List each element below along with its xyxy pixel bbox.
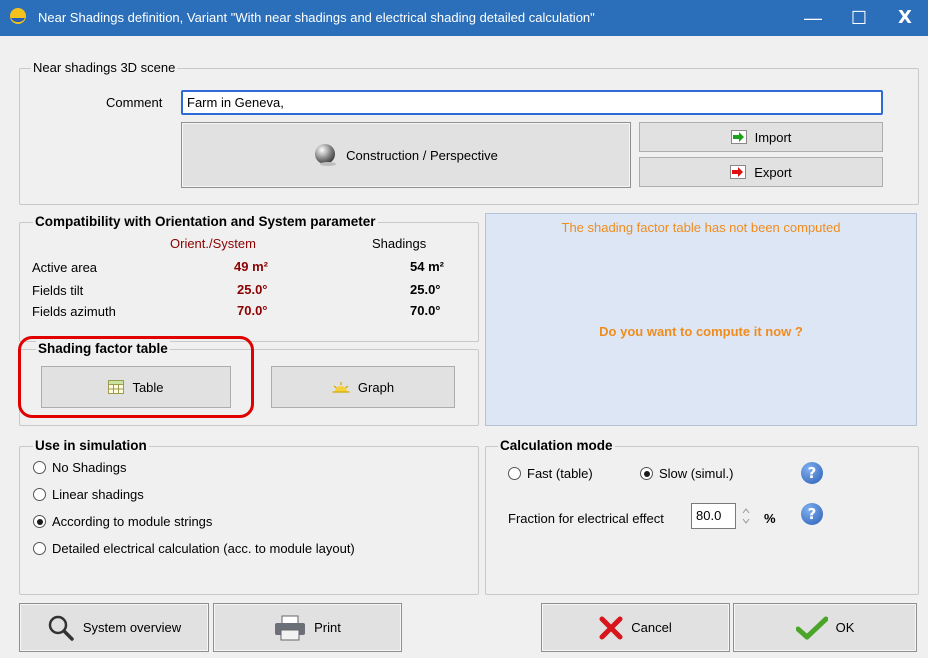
row-shadings-value: 70.0° (410, 303, 441, 318)
radio-slow-simul[interactable] (640, 467, 653, 480)
system-overview-button[interactable]: System overview (19, 603, 209, 652)
window-title: Near Shadings definition, Variant "With … (38, 10, 595, 25)
col-orient-header: Orient./System (170, 236, 256, 251)
info-panel: The shading factor table has not been co… (485, 213, 917, 426)
radio-fast-table[interactable] (508, 467, 521, 480)
title-bar: Near Shadings definition, Variant "With … (0, 0, 928, 36)
sphere-icon (315, 144, 337, 166)
col-shadings-header: Shadings (372, 236, 427, 251)
import-arrow-icon (730, 130, 747, 144)
row-shadings-value: 54 m² (410, 259, 444, 274)
close-button[interactable]: X (882, 0, 928, 36)
option-label: Fast (table) (527, 466, 593, 481)
compute-question[interactable]: Do you want to compute it now ? (486, 324, 916, 339)
option-no-shadings[interactable]: No Shadings (33, 460, 126, 475)
row-shadings-value: 25.0° (410, 282, 441, 297)
comment-input[interactable]: Farm in Geneva, (181, 90, 883, 115)
magnifier-icon (48, 615, 74, 641)
scene-legend: Near shadings 3D scene (31, 60, 178, 75)
construction-label: Construction / Perspective (346, 147, 498, 163)
ok-label: OK (835, 620, 855, 635)
export-arrow-icon (730, 165, 747, 179)
cancel-label: Cancel (631, 620, 672, 635)
radio-linear-shadings[interactable] (33, 488, 46, 501)
row-orient-value: 70.0° (237, 303, 268, 318)
option-fast-table[interactable]: Fast (table) (508, 466, 593, 481)
row-label: Fields azimuth (32, 304, 116, 319)
ok-button[interactable]: OK (733, 603, 917, 652)
printer-icon (275, 615, 306, 640)
option-slow-simul[interactable]: Slow (simul.) (640, 466, 733, 481)
system-overview-label: System overview (82, 620, 182, 635)
radio-module-strings[interactable] (33, 515, 46, 528)
option-linear-shadings[interactable]: Linear shadings (33, 487, 144, 502)
option-label: Detailed electrical calculation (acc. to… (52, 541, 355, 556)
graph-button[interactable]: Graph (271, 366, 455, 408)
row-label: Fields tilt (32, 283, 84, 298)
comment-label: Comment (106, 95, 163, 110)
pvsyst-logo-icon (10, 8, 26, 24)
row-orient-value: 25.0° (237, 282, 268, 297)
construction-perspective-button[interactable]: Construction / Perspective (181, 122, 631, 188)
option-label: According to module strings (52, 514, 213, 529)
table-highlight-annotation (18, 336, 254, 418)
row-orient-value: 49 m² (234, 259, 268, 274)
row-label: Active area (32, 260, 98, 275)
green-check-icon (795, 616, 828, 639)
fraction-unit: % (764, 511, 776, 526)
red-x-icon (599, 616, 623, 639)
radio-detailed-electrical[interactable] (33, 542, 46, 555)
use-in-simulation-legend: Use in simulation (33, 438, 149, 453)
option-label: Linear shadings (52, 487, 144, 502)
maximize-button[interactable]: ☐ (836, 0, 882, 36)
help-icon[interactable]: ? (801, 503, 823, 525)
print-label: Print (314, 620, 341, 635)
graph-label: Graph (357, 379, 395, 395)
graph-sun-icon (332, 382, 350, 393)
import-label: Import (754, 129, 792, 145)
cancel-button[interactable]: Cancel (541, 603, 730, 652)
fraction-label: Fraction for electrical effect (508, 511, 664, 526)
compat-legend: Compatibility with Orientation and Syste… (33, 214, 378, 229)
radio-no-shadings[interactable] (33, 461, 46, 474)
calculation-mode-legend: Calculation mode (498, 438, 615, 453)
print-button[interactable]: Print (213, 603, 402, 652)
option-module-strings[interactable]: According to module strings (33, 514, 212, 529)
fraction-input[interactable]: 80.0 (691, 503, 736, 529)
export-button[interactable]: Export (639, 157, 883, 187)
option-detailed-electrical[interactable]: Detailed electrical calculation (acc. to… (33, 541, 355, 556)
help-icon[interactable]: ? (801, 462, 823, 484)
option-label: Slow (simul.) (659, 466, 734, 481)
export-label: Export (754, 164, 792, 180)
import-button[interactable]: Import (639, 122, 883, 152)
spinner-arrows-icon[interactable] (741, 504, 751, 528)
minimize-button[interactable]: — (790, 0, 836, 36)
info-message: The shading factor table has not been co… (561, 220, 841, 235)
option-label: No Shadings (52, 460, 127, 475)
